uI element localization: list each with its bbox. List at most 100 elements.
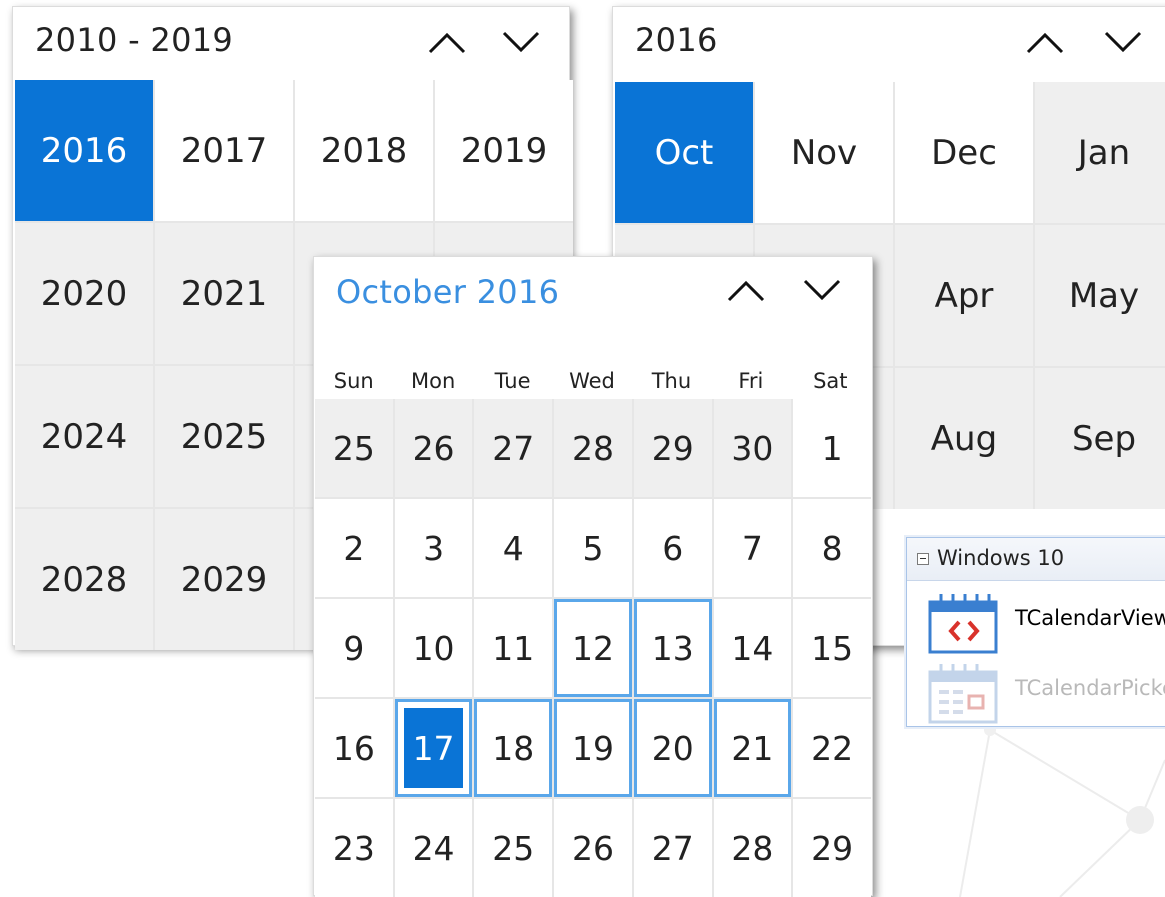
month-cell[interactable]: Apr (895, 225, 1033, 366)
day-cell[interactable]: 29 (793, 799, 871, 897)
day-number: 3 (423, 528, 445, 568)
year-cell[interactable]: 2021 (155, 223, 293, 364)
day-number: 5 (582, 528, 604, 568)
month-cell[interactable]: Nov (755, 82, 893, 223)
year-title[interactable]: 2016 (635, 21, 718, 59)
day-number: 22 (811, 728, 854, 768)
year-cell[interactable]: 2020 (15, 223, 153, 364)
year-cell[interactable]: 2016 (15, 80, 153, 221)
day-cell[interactable]: 2 (315, 499, 393, 597)
day-number: 19 (571, 728, 614, 768)
month-cell[interactable]: Jan (1035, 82, 1165, 223)
month-calendar-panel: October 2016 Sun Mon Tue Wed Thu Fri Sat 25 26 2… (313, 256, 873, 897)
year-cell[interactable]: 2018 (295, 80, 433, 221)
day-number: 27 (651, 828, 694, 868)
day-cell[interactable]: 15 (793, 599, 871, 697)
month-cell[interactable]: Oct (615, 82, 753, 223)
day-number: 11 (492, 628, 535, 668)
day-cell[interactable]: 13 (633, 599, 712, 697)
day-number: 8 (821, 528, 843, 568)
day-number: 13 (651, 628, 694, 668)
day-cell[interactable]: 28 (713, 799, 792, 897)
day-cell[interactable]: 7 (713, 499, 792, 597)
month-cell[interactable]: May (1035, 225, 1165, 366)
day-cell[interactable]: 3 (394, 499, 473, 597)
month-title[interactable]: October 2016 (336, 273, 559, 311)
day-number: 26 (571, 828, 614, 868)
day-cell[interactable]: 23 (315, 799, 393, 897)
day-number: 29 (811, 828, 854, 868)
year-cell[interactable]: 2025 (155, 366, 293, 507)
day-number: 21 (731, 728, 774, 768)
weekday-label: Thu (651, 369, 692, 393)
chevron-up-icon[interactable] (427, 29, 467, 55)
chevron-down-icon[interactable] (1103, 29, 1143, 55)
day-cell[interactable]: 6 (633, 499, 712, 597)
day-number: 20 (651, 728, 694, 768)
day-cell[interactable]: 24 (394, 799, 473, 897)
day-number: 23 (332, 828, 375, 868)
day-cell[interactable]: 1 (793, 399, 871, 497)
year-cell[interactable]: 2024 (15, 366, 153, 507)
day-number: 4 (502, 528, 524, 568)
chevron-down-icon[interactable] (802, 277, 842, 303)
weekday-label: Fri (738, 369, 764, 393)
day-cell[interactable]: 27 (633, 799, 712, 897)
year-cell[interactable]: 2017 (155, 80, 293, 221)
chevron-down-icon[interactable] (501, 29, 541, 55)
day-cell[interactable]: 19 (554, 699, 632, 797)
day-cell[interactable]: 22 (793, 699, 871, 797)
day-cell[interactable]: 30 (713, 399, 792, 497)
day-number: 28 (731, 828, 774, 868)
month-cell[interactable]: Sep (1035, 368, 1165, 509)
decade-title[interactable]: 2010 - 2019 (35, 21, 233, 59)
palette-item-calendar-picker[interactable]: TCalendarPicker (907, 658, 1165, 726)
day-number: 1 (821, 428, 843, 468)
day-cell[interactable]: 26 (554, 799, 632, 897)
day-cell[interactable]: 18 (474, 699, 553, 797)
day-number: 15 (811, 628, 854, 668)
day-number: 29 (651, 428, 694, 468)
day-cell[interactable]: 26 (394, 399, 473, 497)
day-cell[interactable]: 25 (315, 399, 393, 497)
palette-item-label: TCalendarView (1015, 606, 1165, 630)
calendar-picker-icon (928, 664, 998, 724)
palette-category-header[interactable]: Windows 10 (907, 538, 1165, 581)
day-cell[interactable]: 10 (394, 599, 473, 697)
day-cell[interactable]: 16 (315, 699, 393, 797)
year-cell[interactable]: 2019 (435, 80, 573, 221)
day-cell[interactable]: 12 (554, 599, 632, 697)
year-cell[interactable]: 2029 (155, 509, 293, 650)
selected-day-cell[interactable]: 17 (394, 699, 473, 797)
day-cell[interactable]: 5 (554, 499, 632, 597)
day-number: 16 (332, 728, 375, 768)
day-cell[interactable]: 11 (474, 599, 553, 697)
day-number: 10 (412, 628, 455, 668)
day-cell[interactable]: 9 (315, 599, 393, 697)
day-cell[interactable]: 27 (474, 399, 553, 497)
day-cell[interactable]: 4 (474, 499, 553, 597)
day-cell[interactable]: 8 (793, 499, 871, 597)
day-number: 9 (343, 628, 365, 668)
day-number: 2 (343, 528, 365, 568)
day-number: 25 (332, 428, 375, 468)
day-cell[interactable]: 28 (554, 399, 632, 497)
palette-category-title: Windows 10 (937, 546, 1065, 570)
chevron-up-icon[interactable] (726, 277, 766, 303)
day-number: 12 (571, 628, 614, 668)
day-number: 24 (412, 828, 455, 868)
palette-item-calendar-view[interactable]: TCalendarView (907, 588, 1165, 658)
chevron-up-icon[interactable] (1025, 29, 1065, 55)
day-cell[interactable]: 25 (474, 799, 553, 897)
month-cell[interactable]: Aug (895, 368, 1033, 509)
year-cell[interactable]: 2028 (15, 509, 153, 650)
collapse-toggle-icon[interactable] (917, 553, 929, 565)
day-cell[interactable]: 20 (633, 699, 712, 797)
month-cell[interactable]: Dec (895, 82, 1033, 223)
day-cell[interactable]: 29 (633, 399, 712, 497)
day-cell[interactable]: 14 (713, 599, 792, 697)
weekday-label: Tue (494, 369, 531, 393)
days-grid: 25 26 27 28 29 30 1 2 3 4 5 6 7 8 9 10 11 12 13 14 15 16 17 18 1… (315, 399, 871, 897)
day-number: 18 (492, 728, 535, 768)
day-cell[interactable]: 21 (713, 699, 792, 797)
